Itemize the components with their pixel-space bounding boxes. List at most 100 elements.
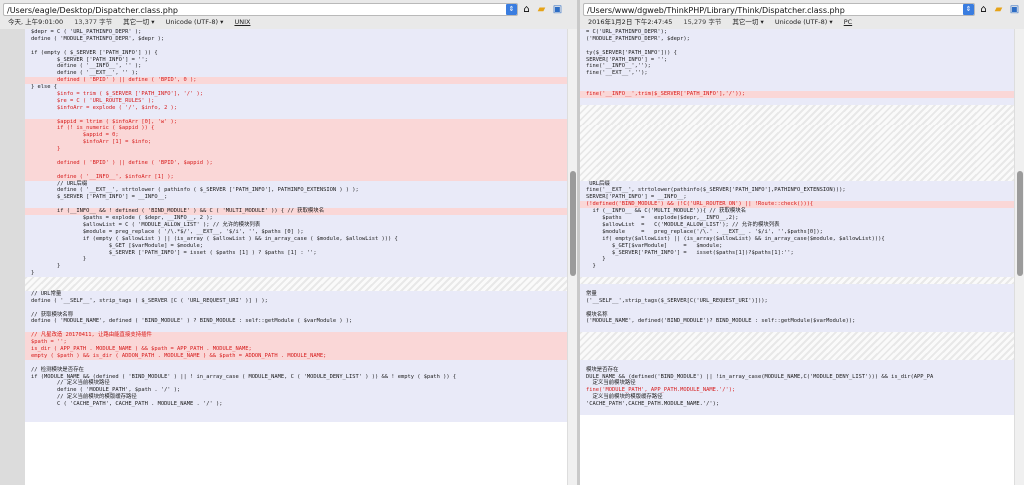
dropdown-arrow-icon[interactable]: ⇕: [963, 4, 974, 15]
diff-changed-line: $appid = ltrim ( $infoArr [0], 'w' );: [25, 118, 567, 126]
code-line: 定义当前模块路径: [580, 380, 1014, 388]
right-path-text: /Users/www/dgweb/ThinkPHP/Library/Think/…: [587, 6, 845, 15]
right-filter-select[interactable]: 其它一切 ▾: [732, 18, 763, 26]
right-eol[interactable]: PC: [844, 18, 852, 26]
code-line: // 定义当前模块的模版缓存路径: [25, 394, 567, 402]
diff-changed-line: defined ( 'BPID' ) || define ( 'BPID', $…: [25, 159, 567, 167]
diff-gap-line: [25, 277, 567, 284]
right-code-view[interactable]: = C('URL_PATHINFO_DEPR'); ('MODULE_PATHIN…: [580, 29, 1014, 485]
diff-gap-line: [580, 277, 1014, 284]
right-encoding-select[interactable]: Unicode (UTF-8) ▾: [775, 18, 833, 26]
code-line: $re = C ( 'URL_ROUTE_RULES' );: [25, 97, 567, 105]
save-icon[interactable]: ▣: [1009, 3, 1020, 16]
diff-changed-line: empty ( $path ) && is_dir ( ADDON_PATH .…: [25, 352, 567, 360]
code-line: $allowList = C ( 'MODULE_ALLOW_LIST' ); …: [25, 221, 567, 229]
open-folder-icon[interactable]: ▰: [993, 3, 1004, 16]
code-line: if (empty ( $_SERVER ['PATH_INFO'] )) {: [25, 49, 567, 57]
left-status-bar: 今天, 上午9:01:00 13,377 字节 其它一切 ▾ Unicode (…: [8, 17, 259, 28]
code-line: if (empty ( $allowList ) || (is_array ( …: [25, 235, 567, 243]
code-line: }: [25, 263, 567, 271]
left-gutter: [0, 29, 25, 485]
left-size: 13,377 字节: [74, 18, 113, 26]
code-line: // URL常量: [25, 290, 567, 298]
code-line: [25, 414, 567, 422]
left-path-field[interactable]: /Users/eagle/Desktop/Dispatcher.class.ph…: [3, 3, 518, 16]
code-line: $_GET [$varModule] = $module;: [25, 242, 567, 250]
diff-gap-line: [580, 153, 1014, 160]
right-file-pane: /Users/www/dgweb/ThinkPHP/Library/Think/…: [580, 0, 1024, 485]
home-icon[interactable]: ⌂: [978, 3, 989, 16]
diff-gap-line: [580, 111, 1014, 119]
code-line: [580, 42, 1014, 50]
code-line: define ( '__EXT__', strtolower ( pathinf…: [25, 187, 567, 195]
diff-changed-line: if (! is_numeric ( $appid )) {: [25, 125, 567, 133]
code-line: define ( '__INFO__', '' );: [25, 63, 567, 71]
diff-gap-line: [580, 352, 1014, 360]
code-line: define ( 'MODULE_PATHINFO_DEPR', $depr )…: [25, 35, 567, 43]
code-line: [580, 359, 1014, 367]
code-line: $_GET[$varModule] = $module;: [580, 242, 1014, 250]
diff-gap-line: [580, 139, 1014, 147]
code-line: C ( 'CACHE_PATH', CACHE_PATH . MODULE_NA…: [25, 401, 567, 408]
code-line: [580, 270, 1014, 278]
right-path-field[interactable]: /Users/www/dgweb/ThinkPHP/Library/Think/…: [583, 3, 975, 16]
code-line: $_SERVER ['PATH_INFO'] = '';: [25, 56, 567, 64]
code-line: fine('__INFO__','');: [580, 63, 1014, 71]
left-encoding-select[interactable]: Unicode (UTF-8) ▾: [166, 18, 224, 26]
code-line: $infoArr = explode ( '/', $info, 2 );: [25, 104, 567, 112]
diff-gap-line: [580, 332, 1014, 340]
diff-gap-line: [580, 166, 1014, 174]
code-line: [580, 325, 1014, 333]
diff-changed-line: }: [25, 146, 567, 154]
diff-gap-line: [580, 339, 1014, 346]
code-line: [25, 304, 567, 312]
diff-gap-line: [580, 125, 1014, 133]
diff-gap-line: [580, 345, 1014, 353]
code-line: define ( 'MODULE_NAME', defined ( 'BIND_…: [25, 318, 567, 326]
diff-changed-line: if (__INFO__ && ! defined ( 'BIND_MODULE…: [25, 208, 567, 216]
left-eol[interactable]: UNIX: [234, 18, 250, 26]
code-line: $_SERVER['PATH_INFO'] = isset($paths[1])…: [580, 249, 1014, 257]
code-line: $depr = C ( 'URL_PATHINFO_DEPR' );: [25, 29, 567, 36]
code-line: SERVER['PATH_INFO'] = __INFO__;: [580, 194, 1014, 202]
left-code-view[interactable]: $depr = C ( 'URL_PATHINFO_DEPR' ); define…: [25, 29, 567, 485]
diff-gap-line: [580, 173, 1014, 181]
home-icon[interactable]: ⌂: [521, 3, 532, 16]
code-line: $_SERVER ['PATH_INFO'] = isset ( $paths …: [25, 249, 567, 257]
right-date: 2016年1月2日 下午2:47:45: [588, 18, 673, 26]
diff-changed-line: $infoArr [1] = $info;: [25, 139, 567, 147]
code-line: // 检测模块是否存在: [25, 366, 567, 374]
code-line: }: [580, 256, 1014, 264]
right-size: 15,279 字节: [683, 18, 722, 26]
diff-changed-line: $appid = 0;: [25, 132, 567, 140]
right-scrollbar[interactable]: [1014, 29, 1024, 485]
code-line: } else {: [25, 84, 567, 92]
diff-changed-line: is_dir ( APP_PATH . MODULE_NAME ) && $pa…: [25, 345, 567, 353]
diff-gap-line: [580, 132, 1014, 140]
open-folder-icon[interactable]: ▰: [536, 3, 547, 16]
code-line: [25, 111, 567, 119]
code-line: 模块名称: [580, 311, 1014, 319]
left-filter-select[interactable]: 其它一切 ▾: [123, 18, 154, 26]
code-line: 常量: [580, 290, 1014, 298]
code-line: [25, 359, 567, 367]
code-line: ('MODULE_PATHINFO_DEPR', $depr);: [580, 35, 1014, 43]
code-line: $_SERVER ['PATH_INFO'] = __INFO__;: [25, 194, 567, 202]
right-scroll-thumb[interactable]: [1017, 171, 1023, 276]
left-scrollbar[interactable]: [567, 29, 577, 485]
code-line: }: [25, 270, 567, 278]
code-line: $info = trim ( $_SERVER ['PATH_INFO'], '…: [25, 91, 567, 98]
dropdown-arrow-icon[interactable]: ⇕: [506, 4, 517, 15]
code-line: [580, 283, 1014, 291]
code-line: // 定义当前模块路径: [25, 380, 567, 388]
code-line: $module = preg_replace ( '/\.*$/', __EXT…: [25, 228, 567, 236]
left-path-text: /Users/eagle/Desktop/Dispatcher.class.ph…: [7, 6, 179, 15]
code-line: URL后缀: [580, 180, 1014, 188]
left-date: 今天, 上午9:01:00: [8, 18, 64, 26]
code-line: [580, 84, 1014, 92]
left-scroll-thumb[interactable]: [570, 171, 576, 276]
diff-changed-line: define ( '__INFO__', $infoArr [1] );: [25, 173, 567, 181]
code-line: define ( '__SELF__', strip_tags ( $_SERV…: [25, 297, 567, 305]
save-icon[interactable]: ▣: [552, 3, 563, 16]
code-line: ('__SELF__',strip_tags($_SERVER[C('URL_R…: [580, 297, 1014, 305]
